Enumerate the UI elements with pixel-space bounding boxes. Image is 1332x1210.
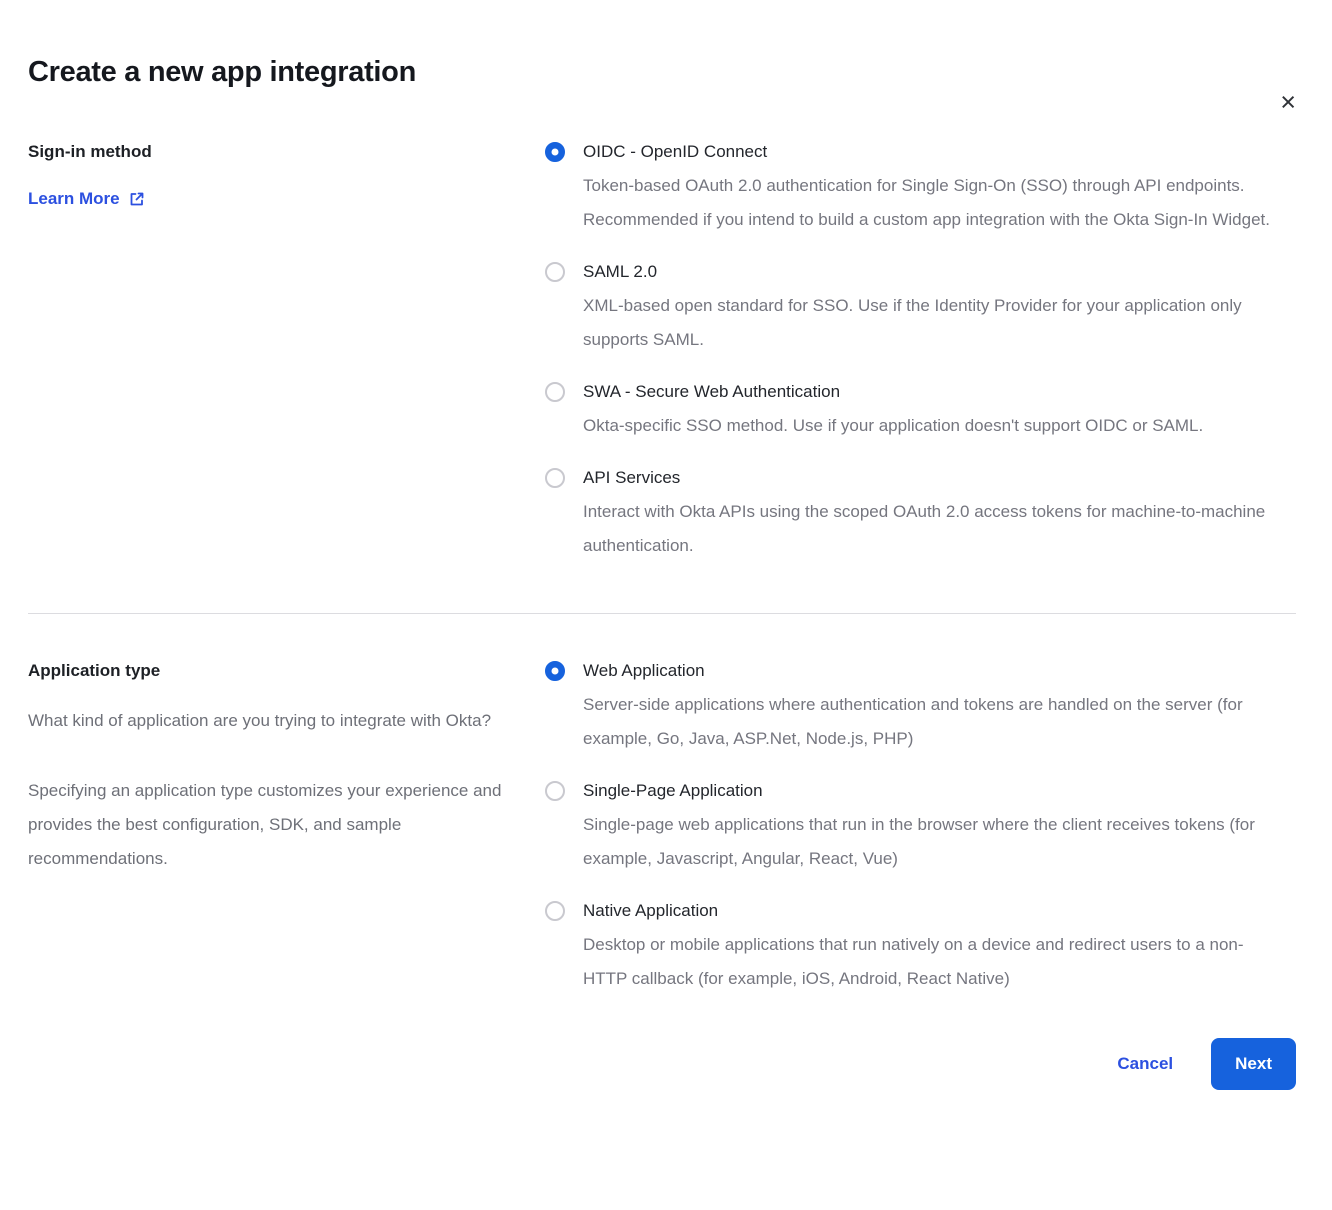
cancel-button[interactable]: Cancel: [1117, 1054, 1173, 1074]
radio-option-api-services[interactable]: API Services Interact with Okta APIs usi…: [545, 461, 1296, 563]
section-divider: [28, 613, 1296, 614]
signin-method-left-column: Sign-in method Learn More: [28, 135, 545, 563]
close-icon[interactable]: ×: [1280, 90, 1296, 114]
option-description: Token-based OAuth 2.0 authentication for…: [583, 169, 1283, 237]
option-label: SAML 2.0: [583, 255, 1283, 289]
application-type-note: What kind of application are you trying …: [28, 704, 506, 738]
learn-more-label: Learn More: [28, 187, 120, 211]
signin-method-section: Sign-in method Learn More OIDC - OpenID …: [28, 135, 1296, 563]
option-description: Single-page web applications that run in…: [583, 808, 1283, 876]
radio-option-oidc[interactable]: OIDC - OpenID Connect Token-based OAuth …: [545, 135, 1296, 237]
radio-icon[interactable]: [545, 901, 565, 921]
external-link-icon: [129, 191, 145, 207]
option-body: Web Application Server-side applications…: [583, 654, 1283, 756]
radio-option-native-application[interactable]: Native Application Desktop or mobile app…: [545, 894, 1296, 996]
option-label: SWA - Secure Web Authentication: [583, 375, 1203, 409]
option-label: Web Application: [583, 654, 1283, 688]
radio-option-swa[interactable]: SWA - Secure Web Authentication Okta-spe…: [545, 375, 1296, 443]
next-button[interactable]: Next: [1211, 1038, 1296, 1090]
option-body: SWA - Secure Web Authentication Okta-spe…: [583, 375, 1203, 443]
signin-method-heading: Sign-in method: [28, 135, 545, 169]
radio-icon[interactable]: [545, 661, 565, 681]
option-body: API Services Interact with Okta APIs usi…: [583, 461, 1283, 563]
option-description: Okta-specific SSO method. Use if your ap…: [583, 409, 1203, 443]
option-label: Single-Page Application: [583, 774, 1283, 808]
application-type-section: Application type What kind of applicatio…: [28, 654, 1296, 996]
option-description: Server-side applications where authentic…: [583, 688, 1283, 756]
radio-icon[interactable]: [545, 142, 565, 162]
create-app-integration-dialog: × Create a new app integration Sign-in m…: [0, 56, 1332, 1090]
radio-icon[interactable]: [545, 781, 565, 801]
option-body: SAML 2.0 XML-based open standard for SSO…: [583, 255, 1283, 357]
option-description: Interact with Okta APIs using the scoped…: [583, 495, 1283, 563]
radio-icon[interactable]: [545, 468, 565, 488]
radio-option-web-application[interactable]: Web Application Server-side applications…: [545, 654, 1296, 756]
option-label: Native Application: [583, 894, 1283, 928]
signin-method-options: OIDC - OpenID Connect Token-based OAuth …: [545, 135, 1296, 563]
application-type-note: Specifying an application type customize…: [28, 774, 506, 876]
option-body: Native Application Desktop or mobile app…: [583, 894, 1283, 996]
option-description: Desktop or mobile applications that run …: [583, 928, 1283, 996]
learn-more-link[interactable]: Learn More: [28, 187, 145, 211]
option-label: OIDC - OpenID Connect: [583, 135, 1283, 169]
radio-option-single-page-application[interactable]: Single-Page Application Single-page web …: [545, 774, 1296, 876]
radio-icon[interactable]: [545, 262, 565, 282]
option-label: API Services: [583, 461, 1283, 495]
dialog-footer: Cancel Next: [28, 1038, 1296, 1090]
application-type-heading: Application type: [28, 654, 545, 688]
option-description: XML-based open standard for SSO. Use if …: [583, 289, 1283, 357]
option-body: OIDC - OpenID Connect Token-based OAuth …: [583, 135, 1283, 237]
application-type-left-column: Application type What kind of applicatio…: [28, 654, 545, 996]
application-type-options: Web Application Server-side applications…: [545, 654, 1296, 996]
radio-icon[interactable]: [545, 382, 565, 402]
option-body: Single-Page Application Single-page web …: [583, 774, 1283, 876]
radio-option-saml[interactable]: SAML 2.0 XML-based open standard for SSO…: [545, 255, 1296, 357]
page-title: Create a new app integration: [28, 56, 1296, 89]
